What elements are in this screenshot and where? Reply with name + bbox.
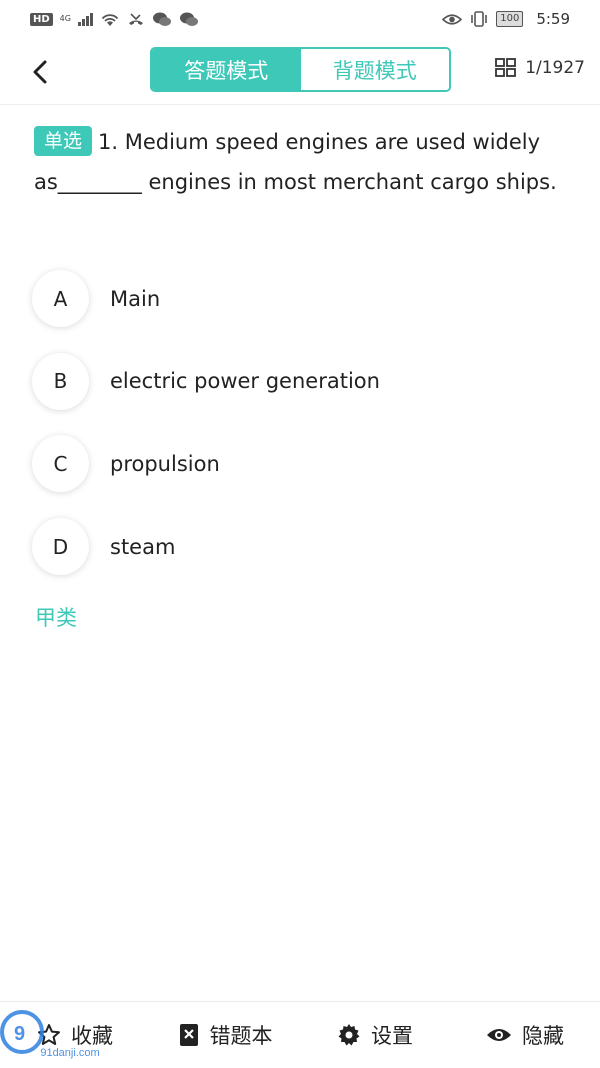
counter-text: 1/1927 <box>525 58 585 78</box>
option-text: propulsion <box>110 451 220 476</box>
option-b[interactable]: B electric power generation <box>32 352 572 410</box>
wechat-icon <box>152 12 171 26</box>
hd-badge: HD <box>30 12 53 26</box>
option-text: steam <box>110 534 176 559</box>
status-bar: HD 4G 100 5:59 <box>0 0 600 38</box>
question-block: 单选 1. Medium speed engines are used widel… <box>34 122 574 202</box>
favorite-button[interactable]: 收藏 <box>0 1020 150 1050</box>
wrong-answers-button[interactable]: 错题本 <box>150 1020 300 1050</box>
eye-icon <box>442 13 463 25</box>
battery-indicator: 100 <box>496 11 524 27</box>
memorize-mode-tab[interactable]: 背题模式 <box>300 49 449 90</box>
options-list: A Main B electric power generation C pro… <box>32 270 572 602</box>
option-letter: C <box>32 435 89 493</box>
status-left: HD 4G <box>30 12 199 27</box>
wrong-answers-label: 错题本 <box>209 1024 273 1048</box>
settings-button[interactable]: 设置 <box>300 1020 450 1050</box>
favorite-label: 收藏 <box>71 1024 113 1048</box>
vibrate-icon <box>471 11 488 27</box>
question-type-badge: 单选 <box>34 126 93 156</box>
answer-mode-tab[interactable]: 答题模式 <box>152 49 301 90</box>
notebook-icon <box>179 1024 198 1046</box>
network-type: 4G <box>59 14 71 23</box>
back-button[interactable] <box>22 54 58 90</box>
status-time: 5:59 <box>536 10 570 28</box>
hide-button[interactable]: 隐藏 <box>450 1020 600 1050</box>
option-text: electric power generation <box>110 369 380 394</box>
status-right: 100 5:59 <box>442 10 570 28</box>
star-icon <box>38 1024 60 1045</box>
bottom-toolbar: 收藏 错题本 设置 隐藏 <box>0 1001 600 1068</box>
option-text: Main <box>110 286 161 311</box>
signal-icon <box>77 12 93 26</box>
question-text: 1. Medium speed engines are used widely … <box>34 130 557 194</box>
option-letter: D <box>32 518 89 576</box>
option-a[interactable]: A Main <box>32 270 572 327</box>
wechat-icon <box>179 12 198 26</box>
option-letter: A <box>32 270 89 327</box>
hide-label: 隐藏 <box>522 1024 564 1048</box>
option-c[interactable]: C propulsion <box>32 435 572 493</box>
gear-icon <box>338 1024 360 1046</box>
eye-icon <box>487 1029 511 1041</box>
question-category: 甲类 <box>35 606 77 630</box>
missed-call-icon <box>128 12 143 25</box>
mode-toggle: 答题模式 背题模式 <box>150 47 451 92</box>
question-counter[interactable]: 1/1927 <box>495 58 585 78</box>
chevron-left-icon <box>33 60 47 84</box>
app-header: 答题模式 背题模式 1/1927 <box>0 38 600 105</box>
settings-label: 设置 <box>371 1024 413 1048</box>
grid-icon <box>495 58 517 77</box>
option-d[interactable]: D steam <box>32 518 572 576</box>
wifi-icon <box>101 13 119 26</box>
option-letter: B <box>32 352 89 410</box>
